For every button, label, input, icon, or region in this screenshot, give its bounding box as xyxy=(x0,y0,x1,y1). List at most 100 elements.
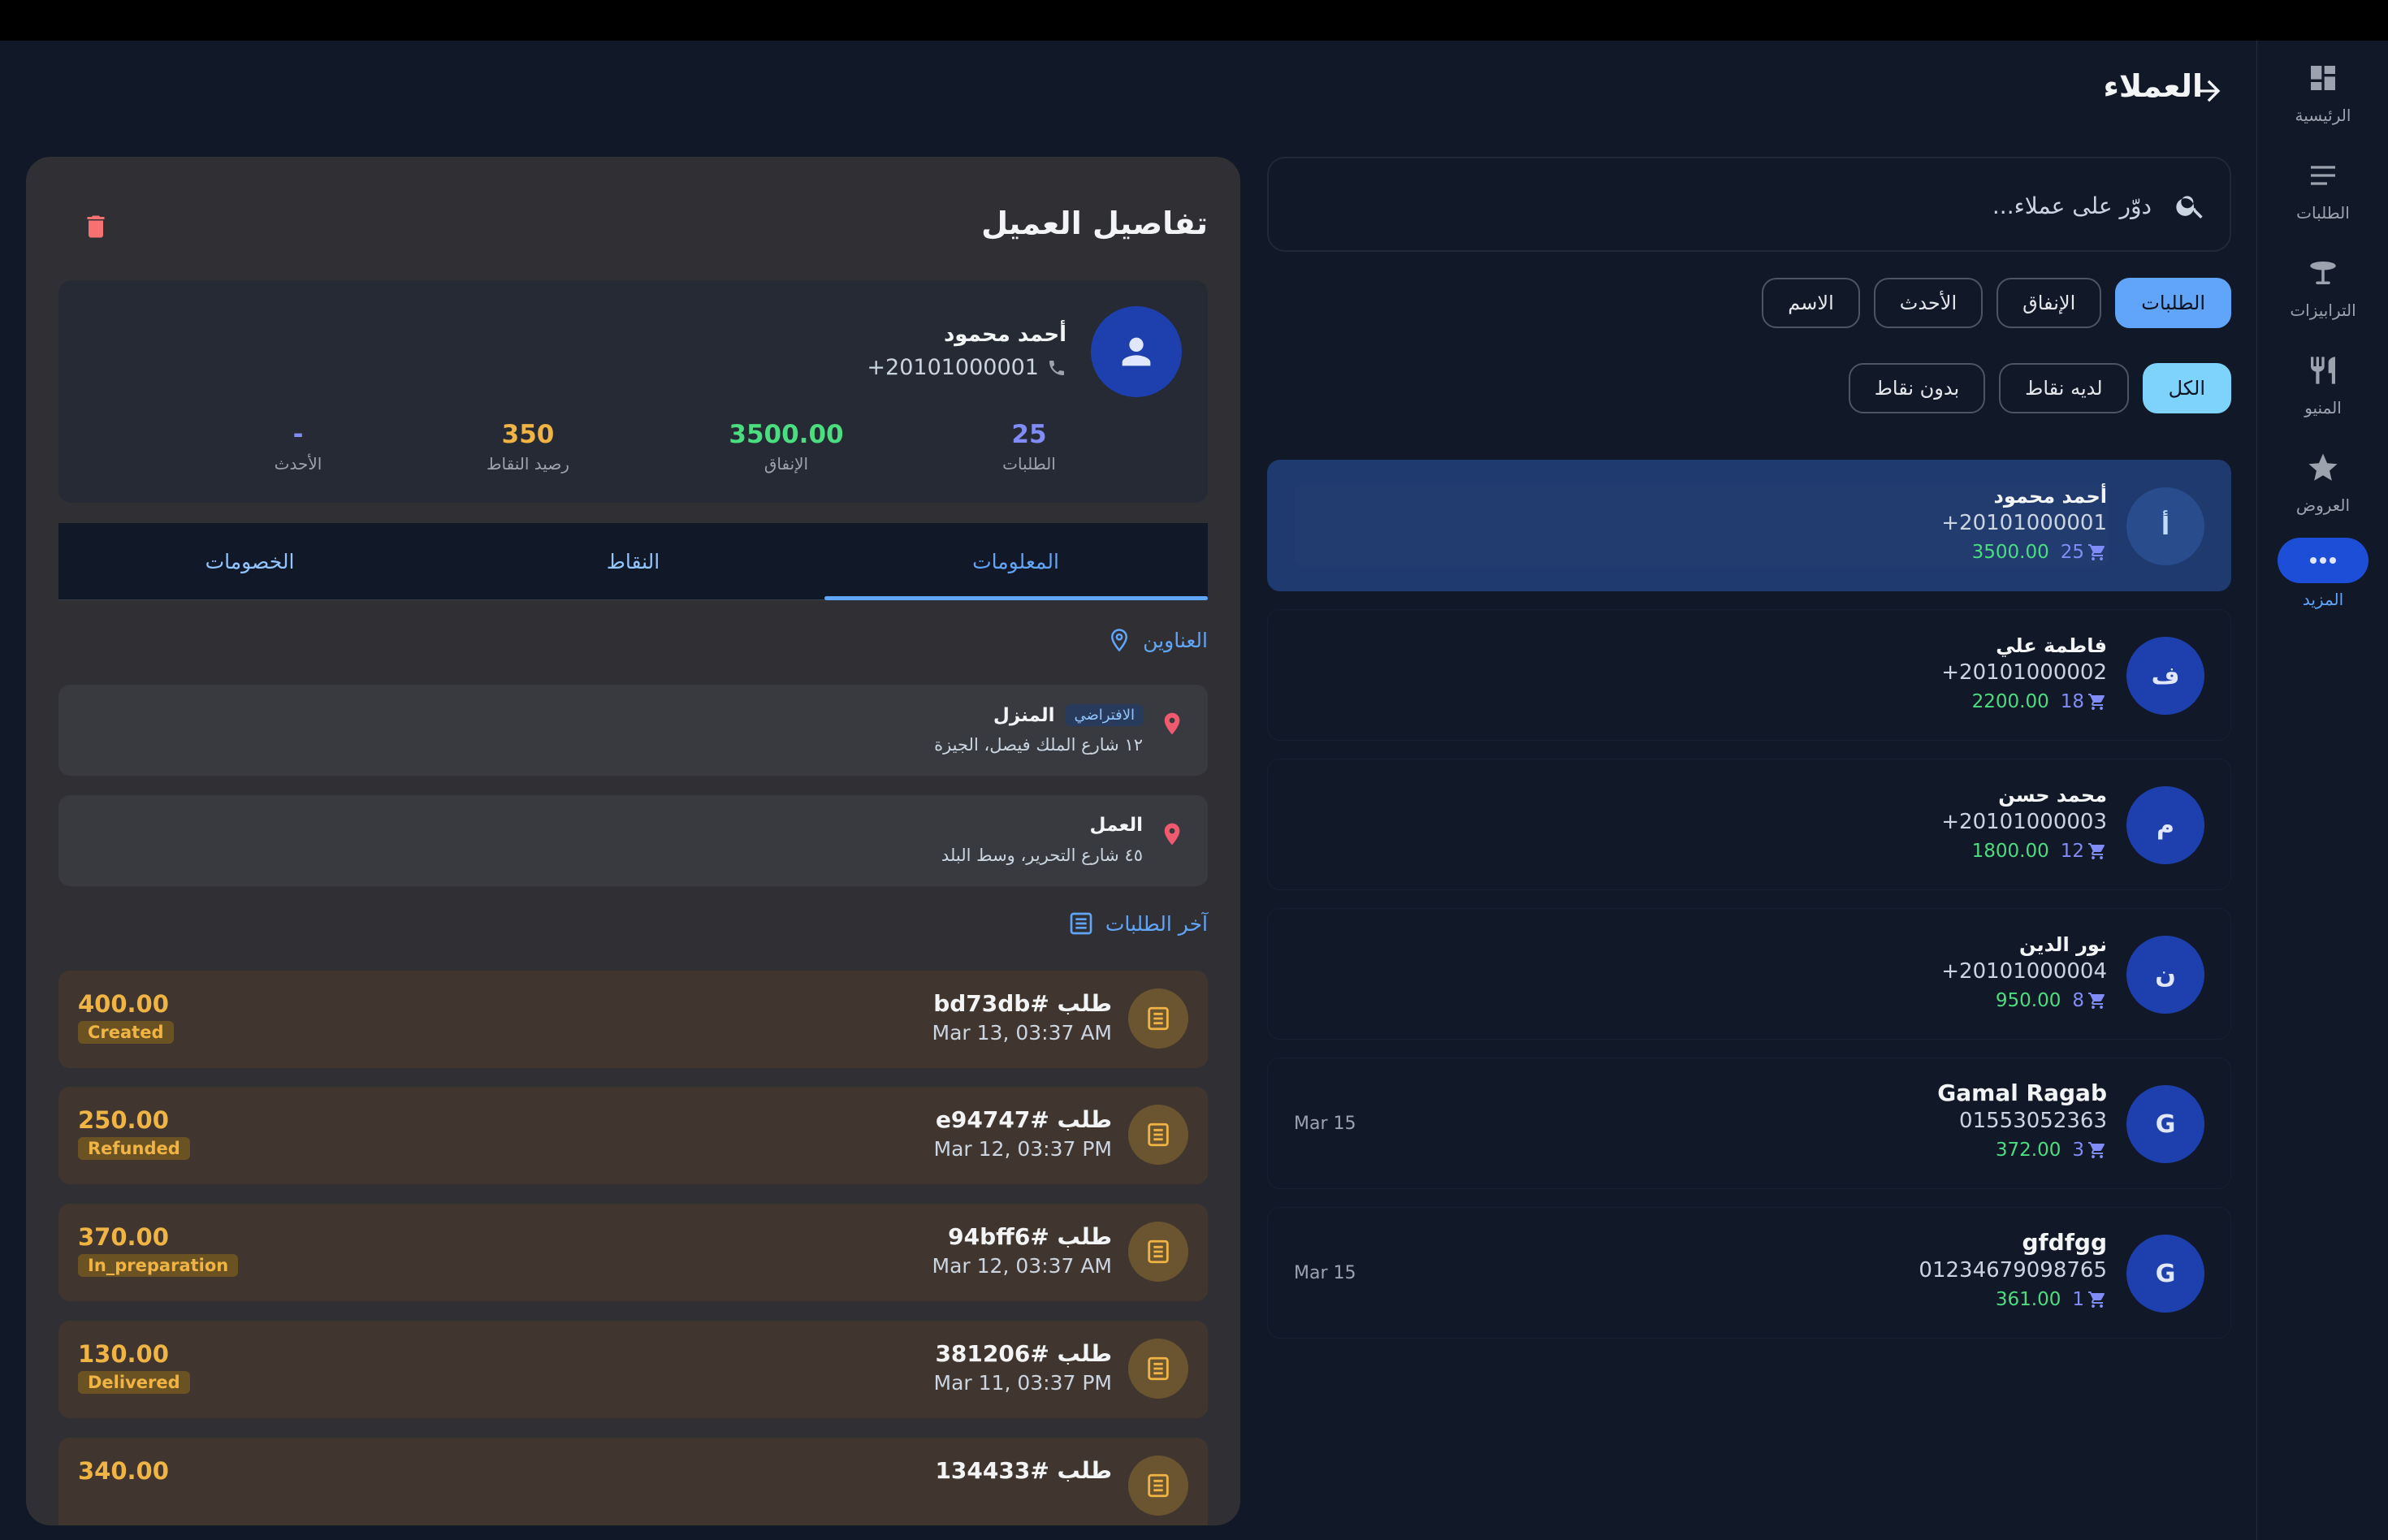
order-total: 400.00 xyxy=(78,990,169,1018)
rail-label-menu: المنيو xyxy=(2304,398,2342,417)
customer-phone: +20101000004 xyxy=(1941,959,2107,984)
order-item[interactable]: طلب #94bff6 Mar 12, 03:37 AM 370.00 In_p… xyxy=(58,1204,1208,1301)
filter-chip-has-points[interactable]: لديه نقاط xyxy=(1999,363,2129,413)
customer-phone: +20101000001 xyxy=(1941,511,2107,535)
order-total: 250.00 xyxy=(78,1106,169,1134)
filter-chip-all[interactable]: الكل xyxy=(2142,363,2231,413)
avatar: G xyxy=(2126,1085,2204,1163)
search-input[interactable] xyxy=(1339,183,2152,228)
customer-stats: 3500.00 25 xyxy=(1972,542,2107,563)
customer-list: أ أحمد محمود +20101000001 3500.00 25 ف ف… xyxy=(1267,460,2231,1356)
sort-chip-orders[interactable]: الطلبات xyxy=(2115,278,2231,328)
profile-name: أحمد محمود xyxy=(943,322,1066,347)
customer-name: نور الدين xyxy=(2019,933,2107,956)
star-icon xyxy=(2302,447,2344,489)
customer-orders-count: 25 xyxy=(2060,542,2084,563)
customer-stats: 2200.00 18 xyxy=(1972,691,2107,712)
customer-row[interactable]: G gfdfgg 01234679098765 361.00 1 Mar 15 xyxy=(1267,1207,2231,1339)
avatar: ن xyxy=(2126,936,2204,1014)
customer-row[interactable]: أ أحمد محمود +20101000001 3500.00 25 xyxy=(1267,460,2231,591)
top-bar xyxy=(0,0,2388,41)
cart-icon xyxy=(2088,544,2105,560)
customer-orders-count: 8 xyxy=(2072,990,2084,1011)
rail-label-tables: الترابيزات xyxy=(2290,301,2356,320)
order-total: 130.00 xyxy=(78,1340,169,1368)
customer-row[interactable]: G Gamal Ragab 01553052363 372.00 3 Mar 1… xyxy=(1267,1058,2231,1189)
customer-spend: 372.00 xyxy=(1995,1140,2061,1161)
customer-orders: 1 xyxy=(2072,1289,2107,1310)
profile-card: أحمد محمود +20101000001 25 الطلبات 3500.… xyxy=(58,280,1208,503)
avatar: G xyxy=(2126,1235,2204,1313)
tab-discounts[interactable]: الخصومات xyxy=(58,523,441,600)
cart-icon xyxy=(2088,843,2105,859)
customer-stats: 372.00 3 xyxy=(1996,1140,2107,1161)
rail-item-home[interactable]: الرئيسية xyxy=(2257,57,2388,146)
customer-orders: 25 xyxy=(2061,542,2107,563)
profile-phone: +20101000001 xyxy=(867,355,1066,380)
customer-row[interactable]: ف فاطمة علي +20101000002 2200.00 18 xyxy=(1267,609,2231,741)
customer-orders-count: 18 xyxy=(2060,691,2084,712)
search-box xyxy=(1267,157,2231,252)
address-item[interactable]: المنزل الافتراضي ١٢ شارع الملك فيصل، الج… xyxy=(58,685,1208,776)
profile-phone-number: +20101000001 xyxy=(867,355,1039,380)
order-receipt-icon xyxy=(1128,1339,1188,1399)
customer-spend: 1800.00 xyxy=(1971,841,2049,862)
customer-row[interactable]: ن نور الدين +20101000004 950.00 8 xyxy=(1267,908,2231,1040)
order-item[interactable]: طلب #134433 340.00 xyxy=(58,1438,1208,1525)
list-icon xyxy=(2302,154,2344,197)
tab-info[interactable]: المعلومات xyxy=(824,523,1207,600)
tab-points[interactable]: النقاط xyxy=(442,523,824,600)
customer-date: Mar 15 xyxy=(1294,1263,1356,1283)
order-item[interactable]: طلب #e94747 Mar 12, 03:37 PM 250.00 Refu… xyxy=(58,1087,1208,1184)
stat-spend-label: الإنفاق xyxy=(764,454,809,474)
stat-latest-label: الأحدث xyxy=(274,454,322,474)
orders-header: آخر الطلبات xyxy=(1068,911,1208,937)
order-receipt-icon xyxy=(1128,1105,1188,1165)
avatar: م xyxy=(2126,786,2204,864)
rail-label-home: الرئيسية xyxy=(2295,106,2351,125)
table-icon xyxy=(2302,252,2344,294)
customer-orders-count: 3 xyxy=(2072,1140,2084,1161)
stat-orders-value: 25 xyxy=(1011,420,1047,449)
navigation-rail: الرئيسية الطلبات الترابيزات المنيو العرو… xyxy=(2256,41,2388,1540)
stat-spend: 3500.00 الإنفاق xyxy=(689,420,884,474)
rail-item-orders[interactable]: الطلبات xyxy=(2257,154,2388,244)
customer-phone: 01553052363 xyxy=(1959,1109,2107,1133)
receipt-icon xyxy=(1070,912,1092,935)
back-arrow-icon[interactable] xyxy=(2193,75,2226,107)
customer-orders-count: 12 xyxy=(2060,841,2084,862)
stat-orders-label: الطلبات xyxy=(1002,454,1056,474)
address-item[interactable]: العمل ٤٥ شارع التحرير، وسط البلد xyxy=(58,795,1208,886)
customer-stats: 950.00 8 xyxy=(1996,990,2107,1011)
person-icon xyxy=(1091,306,1182,397)
rail-label-offers: العروض xyxy=(2295,495,2351,515)
rail-item-menu[interactable]: المنيو xyxy=(2257,349,2388,439)
cart-icon xyxy=(2088,694,2105,710)
rail-item-tables[interactable]: الترابيزات xyxy=(2257,252,2388,341)
cart-icon xyxy=(2088,993,2105,1009)
customer-phone: 01234679098765 xyxy=(1919,1258,2107,1283)
order-receipt-icon xyxy=(1128,988,1188,1049)
trash-icon[interactable] xyxy=(81,210,110,243)
address-header: المنزل الافتراضي xyxy=(993,704,1143,726)
sort-chip-latest[interactable]: الأحدث xyxy=(1873,278,1984,328)
customer-orders-count: 1 xyxy=(2072,1289,2084,1310)
order-date: Mar 12, 03:37 AM xyxy=(932,1254,1112,1278)
order-item[interactable]: طلب #381206 Mar 11, 03:37 PM 130.00 Deli… xyxy=(58,1321,1208,1418)
order-number: طلب #381206 xyxy=(935,1340,1112,1367)
order-status-badge: Refunded xyxy=(78,1137,190,1160)
rail-item-more[interactable]: المزيد xyxy=(2257,538,2388,627)
rail-item-offers[interactable]: العروض xyxy=(2257,447,2388,536)
sort-chip-spend[interactable]: الإنفاق xyxy=(1996,278,2102,328)
sort-chip-name[interactable]: الاسم xyxy=(1762,278,1860,328)
order-item[interactable]: طلب #bd73db Mar 13, 03:37 AM 400.00 Crea… xyxy=(58,971,1208,1068)
avatar: ف xyxy=(2126,637,2204,715)
filter-chip-no-points[interactable]: بدون نقاط xyxy=(1848,363,1986,413)
stat-spend-value: 3500.00 xyxy=(729,420,844,449)
addresses-header: العناوين xyxy=(1107,626,1208,654)
address-header: العمل xyxy=(1090,815,1143,836)
customer-orders: 3 xyxy=(2072,1140,2107,1161)
customer-row[interactable]: م محمد حسن +20101000003 1800.00 12 xyxy=(1267,759,2231,890)
order-status-badge: In_preparation xyxy=(78,1254,239,1277)
customer-orders: 8 xyxy=(2072,990,2107,1011)
